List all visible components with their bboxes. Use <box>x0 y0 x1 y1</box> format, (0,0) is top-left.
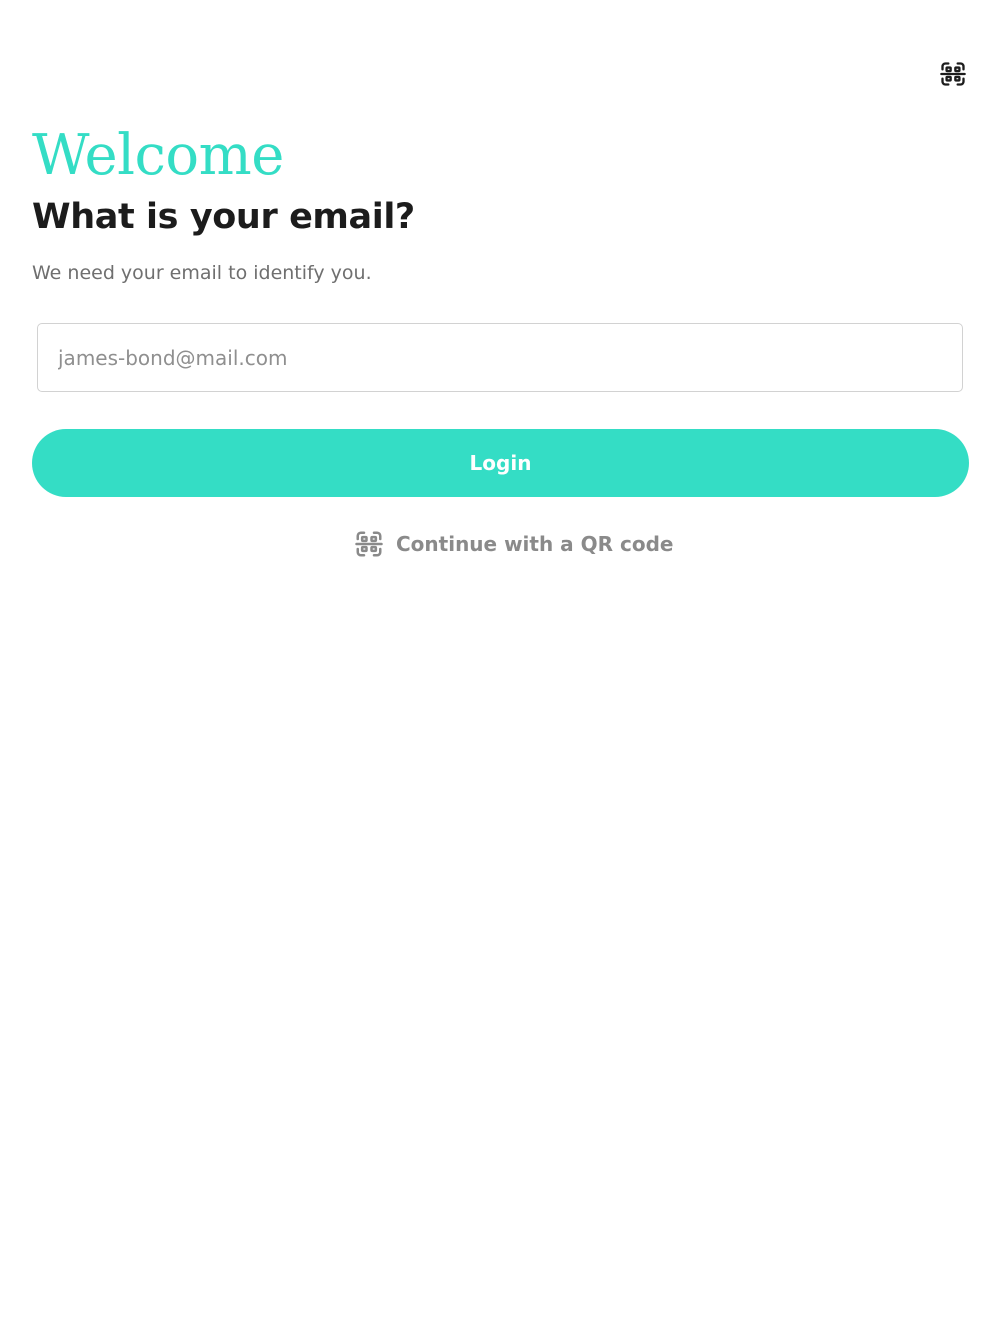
continue-with-qr-label: Continue with a QR code <box>396 532 674 556</box>
login-button[interactable]: Login <box>32 429 969 497</box>
continue-with-qr-button[interactable]: Continue with a QR code <box>354 526 673 562</box>
email-subtitle: We need your email to identify you. <box>32 262 372 284</box>
welcome-title: Welcome <box>32 123 284 188</box>
qr-scan-button[interactable] <box>936 58 970 90</box>
qr-scan-icon <box>355 531 383 557</box>
email-question-heading: What is your email? <box>32 197 415 237</box>
email-input[interactable] <box>37 323 963 392</box>
qr-scan-icon <box>940 62 966 86</box>
